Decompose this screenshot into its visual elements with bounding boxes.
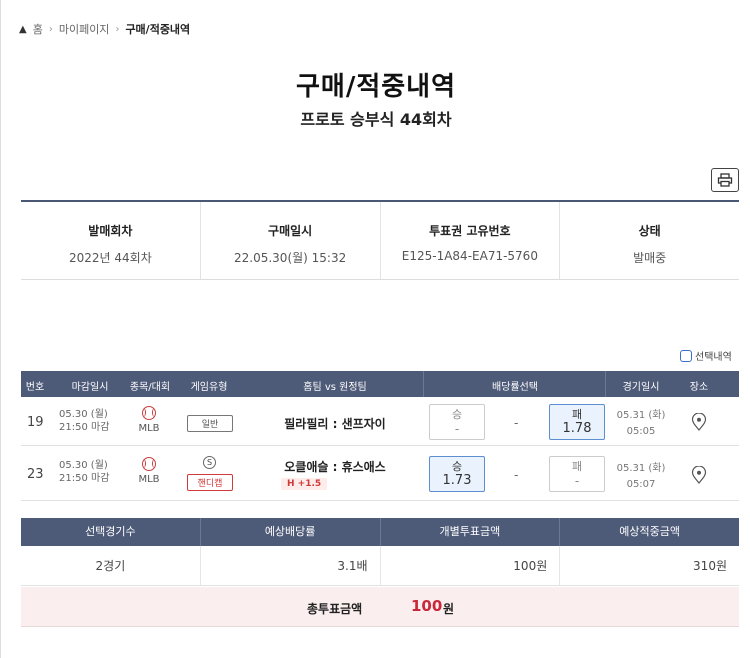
odds-win-label: 승 xyxy=(451,460,463,473)
deadline-date: 05.30 (월) xyxy=(59,409,108,420)
game-type-tag: 일반 xyxy=(187,415,233,432)
info-status: 상태 발매중 xyxy=(560,202,739,279)
odds-lose-label: 패 xyxy=(571,408,583,421)
breadcrumb-home[interactable]: 홈 xyxy=(33,21,43,37)
game-row: 23 05.30 (월) 21:50 마감 MLB S 핸디캡 오클애슬 : 휴… xyxy=(21,449,739,501)
header-num: 번호 xyxy=(25,382,45,393)
info-round-label: 발매회차 xyxy=(88,224,133,238)
game-date-time: 05:07 xyxy=(626,479,656,490)
game-teams-block: 오클애슬 : 휴스애스 H +1.5 xyxy=(279,458,391,490)
total-unit: 원 xyxy=(443,602,455,616)
game-sport: MLB xyxy=(138,406,160,434)
summary-stake: 100원 xyxy=(381,546,561,585)
select-history-toggle[interactable]: 선택내역 xyxy=(680,348,732,363)
header-date: 경기일시 xyxy=(622,382,660,393)
printer-icon xyxy=(717,173,733,187)
game-teams: 필라필리 : 샌프자이 xyxy=(284,417,386,431)
ticket-info-table: 발매회차 2022년 44회차 구매일시 22.05.30(월) 15:32 투… xyxy=(21,200,739,280)
summary-row: 2경기 3.1배 100원 310원 xyxy=(21,546,739,586)
info-purchase-label: 구매일시 xyxy=(268,224,313,238)
odds-lose-label: 패 xyxy=(571,460,583,473)
breadcrumb-current: 구매/적중내역 xyxy=(125,23,191,36)
page-title: 구매/적중내역 xyxy=(295,72,457,102)
game-num: 23 xyxy=(27,467,44,482)
header-divider xyxy=(423,371,424,397)
odds-lose-button[interactable]: 패 1.78 xyxy=(549,404,605,440)
summary-header-odds: 예상배당률 xyxy=(201,518,381,546)
game-date-time: 05:05 xyxy=(626,426,656,437)
game-deadline: 05.30 (월) 21:50 마감 xyxy=(59,459,109,485)
select-history-checkbox[interactable] xyxy=(680,349,692,362)
game-sport: MLB xyxy=(138,457,160,485)
select-history-label: 선택내역 xyxy=(695,352,732,363)
game-type-tag: 핸디캡 xyxy=(187,474,233,491)
game-date-day: 05.31 (화) xyxy=(616,410,666,421)
baseball-icon xyxy=(142,457,156,471)
odds-lose-value: 1.78 xyxy=(562,421,592,436)
odds-lose-button[interactable]: 패 - xyxy=(549,456,605,492)
game-deadline: 05.30 (월) 21:50 마감 xyxy=(59,408,109,434)
special-game-icon: S xyxy=(203,456,216,469)
summary-header-payout: 예상적중금액 xyxy=(619,525,680,538)
total-row: 총투표금액 100 원 xyxy=(21,587,739,627)
page-subtitle: 프로토 승부식 44회차 xyxy=(300,110,452,129)
header-divider xyxy=(605,371,606,397)
game-table-header: 번호 마감일시 종목/대회 게임유형 홈팀 vs 원정팀 배당률선택 경기일시 … xyxy=(21,371,739,397)
odds-draw: - xyxy=(514,416,519,430)
breadcrumb-mypage[interactable]: 마이페이지 xyxy=(59,21,110,37)
home-icon[interactable]: ▲ xyxy=(19,24,27,35)
deadline-time: 21:50 마감 xyxy=(59,473,110,484)
info-ticket: 투표권 고유번호 E125-1A84-EA71-5760 xyxy=(381,202,561,279)
odds-win-value: - xyxy=(454,422,460,436)
summary-header-count: 선택경기수 xyxy=(21,518,201,546)
chevron-right-icon: › xyxy=(115,23,120,35)
info-purchase-value: 22.05.30(월) 15:32 xyxy=(234,251,347,265)
game-teams: 오클애슬 : 휴스애스 xyxy=(284,460,386,474)
total-label: 총투표금액 xyxy=(307,602,363,616)
chevron-right-icon: › xyxy=(48,23,53,35)
deadline-time: 21:50 마감 xyxy=(59,422,110,433)
game-date-day: 05.31 (화) xyxy=(616,463,666,474)
odds-win-label: 승 xyxy=(451,408,463,421)
page: ▲ 홈 › 마이페이지 › 구매/적중내역 구매/적중내역 프로토 승부식 44… xyxy=(0,0,750,658)
total-amount: 100 xyxy=(411,597,443,615)
info-ticket-value: E125-1A84-EA71-5760 xyxy=(401,249,538,263)
game-row: 19 05.30 (월) 21:50 마감 MLB 일반 필라필리 : 샌프자이… xyxy=(21,398,739,446)
header-sport: 종목/대회 xyxy=(129,382,171,393)
deadline-date: 05.30 (월) xyxy=(59,460,108,471)
location-pin-icon[interactable] xyxy=(691,413,707,431)
summary-count: 2경기 xyxy=(21,546,201,585)
sport-label: MLB xyxy=(138,474,160,485)
baseball-icon xyxy=(142,406,156,420)
odds-win-button[interactable]: 승 - xyxy=(429,404,485,440)
game-date: 05.31 (화) 05:05 xyxy=(611,408,671,440)
info-round: 발매회차 2022년 44회차 xyxy=(21,202,201,279)
header-type: 게임유형 xyxy=(190,382,228,393)
summary-payout: 310원 xyxy=(693,559,727,573)
handicap-badge: H +1.5 xyxy=(281,478,328,490)
info-ticket-label: 투표권 고유번호 xyxy=(429,224,511,238)
breadcrumb: ▲ 홈 › 마이페이지 › 구매/적중내역 xyxy=(19,21,190,37)
game-date: 05.31 (화) 05:07 xyxy=(611,461,671,493)
location-pin-icon[interactable] xyxy=(691,466,707,484)
info-status-label: 상태 xyxy=(638,224,661,238)
info-round-value: 2022년 44회차 xyxy=(69,251,152,265)
info-purchase: 구매일시 22.05.30(월) 15:32 xyxy=(201,202,381,279)
game-num: 19 xyxy=(27,415,44,430)
summary-odds: 3.1배 xyxy=(201,546,381,585)
info-status-value: 발매중 xyxy=(633,251,667,265)
summary-header-stake: 개별투표금액 xyxy=(381,518,561,546)
handicap-wrap: H +1.5 xyxy=(279,475,391,490)
header-deadline: 마감일시 xyxy=(71,382,109,393)
summary-header: 선택경기수 예상배당률 개별투표금액 예상적중금액 xyxy=(21,518,739,546)
header-place: 장소 xyxy=(689,382,709,393)
header-odds: 배당률선택 xyxy=(492,382,538,393)
odds-win-button[interactable]: 승 1.73 xyxy=(429,456,485,492)
odds-lose-value: - xyxy=(574,474,580,488)
odds-draw: - xyxy=(514,468,519,482)
print-button[interactable] xyxy=(711,168,739,192)
header-teams: 홈팀 vs 원정팀 xyxy=(303,382,367,393)
sport-label: MLB xyxy=(138,423,160,434)
odds-win-value: 1.73 xyxy=(442,473,472,488)
